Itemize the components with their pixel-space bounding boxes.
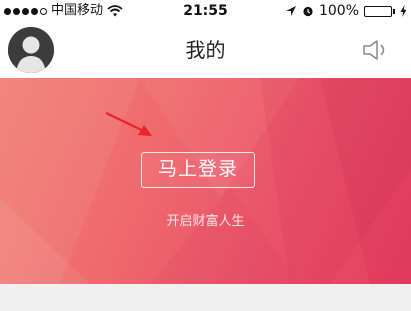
speaker-icon[interactable] <box>361 39 391 61</box>
red-arrow-icon <box>105 112 152 136</box>
page-title: 我的 <box>185 38 226 62</box>
banner-subtitle: 开启财富人生 <box>166 214 245 229</box>
login-banner: 马上登录 开启财富人生 <box>0 78 411 284</box>
alarm-icon <box>303 6 313 17</box>
charging-icon <box>400 5 407 17</box>
battery-percent: 100% <box>318 3 359 19</box>
location-arrow-icon <box>285 6 296 16</box>
content-area <box>0 284 411 311</box>
login-button[interactable]: 马上登录 <box>141 152 255 188</box>
status-bar: 中国移动 21:55 100% <box>0 0 411 22</box>
battery-icon <box>364 5 395 17</box>
status-right: 100% <box>285 0 407 22</box>
nav-bar: 我的 <box>0 22 411 78</box>
